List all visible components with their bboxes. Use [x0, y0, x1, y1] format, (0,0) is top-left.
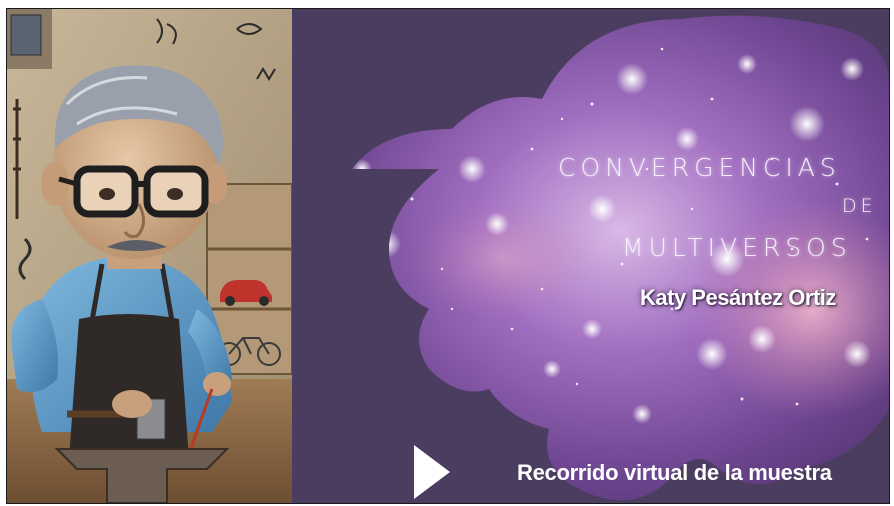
artwork-illustration: [7, 9, 292, 503]
play-triangle-icon: [414, 445, 450, 499]
slide-frame: CONVERGENCIAS DE MULTIVERSOS Katy Pesánt…: [6, 8, 890, 504]
author-name: Katy Pesántez Ortiz: [640, 285, 836, 310]
title-panel: CONVERGENCIAS DE MULTIVERSOS Katy Pesánt…: [292, 9, 889, 503]
title-line-2: DE: [842, 195, 877, 217]
title-line-1: CONVERGENCIAS: [558, 153, 841, 182]
play-button[interactable]: [410, 441, 460, 503]
title-line-3: MULTIVERSOS: [622, 233, 852, 262]
virtual-tour-link[interactable]: Recorrido virtual de la muestra: [517, 460, 832, 486]
